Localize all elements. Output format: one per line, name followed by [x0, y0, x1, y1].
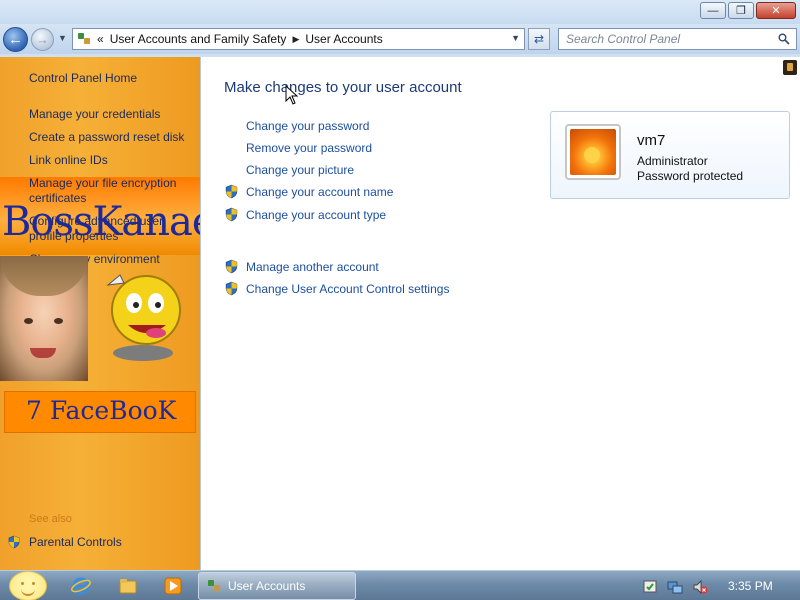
uac-shield-icon	[8, 535, 20, 549]
window-controls: — ❐ ✕	[700, 2, 796, 19]
control-panel-icon	[207, 579, 221, 593]
overlay-facebook-text: 7 FaceBooK	[26, 396, 177, 425]
uac-shield-icon	[225, 281, 238, 296]
sidebar: Control Panel Home Manage your credentia…	[0, 57, 200, 570]
close-button[interactable]: ✕	[756, 2, 796, 19]
task-change-picture[interactable]: Change your picture	[246, 163, 354, 177]
account-name: vm7	[637, 132, 666, 149]
back-arrow-icon: ←	[8, 31, 23, 48]
search-icon[interactable]	[778, 33, 790, 45]
breadcrumb-chevron-icon[interactable]: ▶	[292, 34, 299, 45]
search-input[interactable]: Search Control Panel	[558, 28, 797, 50]
sidebar-item-link-online-ids[interactable]: Link online IDs	[29, 153, 194, 168]
forward-button[interactable]: →	[31, 28, 54, 51]
action-center-icon[interactable]	[642, 579, 658, 595]
minimize-icon: —	[707, 4, 719, 17]
task-change-uac-settings[interactable]: Change User Account Control settings	[246, 282, 449, 296]
uac-shield-icon	[225, 184, 238, 199]
task-change-account-name[interactable]: Change your account name	[246, 185, 393, 199]
sidebar-item-password-reset-disk[interactable]: Create a password reset disk	[29, 130, 194, 145]
help-icon[interactable]	[783, 60, 797, 75]
taskbar-item-user-accounts[interactable]: User Accounts	[198, 572, 356, 600]
taskbar-item-label: User Accounts	[228, 579, 306, 593]
control-panel-icon	[77, 32, 91, 46]
network-icon[interactable]	[667, 579, 683, 595]
task-remove-password[interactable]: Remove your password	[246, 141, 372, 155]
internet-explorer-icon[interactable]	[70, 575, 92, 597]
sidebar-parental-controls[interactable]: Parental Controls	[29, 535, 122, 549]
account-summary-card: vm7 Administrator Password protected	[550, 111, 790, 199]
notification-area	[638, 571, 800, 600]
account-password-status: Password protected	[637, 169, 744, 183]
sidebar-control-panel-home[interactable]: Control Panel Home	[29, 71, 194, 86]
breadcrumb-user-accounts-family-safety[interactable]: User Accounts and Family Safety	[110, 32, 287, 46]
uac-shield-icon	[225, 259, 238, 274]
search-placeholder: Search Control Panel	[566, 32, 681, 46]
overlay-child-photo	[0, 256, 88, 381]
breadcrumb-overflow[interactable]: «	[97, 32, 104, 46]
volume-muted-icon[interactable]	[692, 579, 708, 595]
navigation-bar: ← → ▼ « User Accounts and Family Safety …	[0, 24, 800, 54]
media-player-icon[interactable]	[162, 575, 184, 597]
overlay-smiley-image	[106, 274, 181, 361]
see-also-heading: See also	[29, 513, 72, 525]
task-manage-another-account[interactable]: Manage another account	[246, 260, 379, 274]
address-bar[interactable]: « User Accounts and Family Safety ▶ User…	[72, 28, 525, 50]
task-change-account-type[interactable]: Change your account type	[246, 208, 386, 222]
sidebar-item-manage-credentials[interactable]: Manage your credentials	[29, 107, 194, 122]
start-button[interactable]	[9, 571, 47, 600]
uac-shield-icon	[225, 207, 238, 222]
mouse-cursor-icon	[285, 85, 299, 105]
refresh-icon: ⇄	[533, 32, 545, 46]
breadcrumb-user-accounts[interactable]: User Accounts	[305, 32, 382, 46]
close-icon: ✕	[771, 5, 781, 17]
address-dropdown-icon[interactable]: ▼	[511, 33, 520, 43]
account-role: Administrator	[637, 154, 708, 168]
maximize-button[interactable]: ❐	[728, 2, 754, 19]
back-button[interactable]: ←	[3, 27, 28, 52]
overlay-banner-text: BossKanae	[2, 199, 200, 245]
task-change-password[interactable]: Change your password	[246, 119, 369, 133]
main-content: Make changes to your user account Change…	[200, 57, 800, 570]
forward-arrow-icon: →	[36, 32, 49, 47]
maximize-icon: ❐	[736, 5, 746, 17]
title-bar: — ❐ ✕	[0, 0, 800, 24]
account-picture	[565, 124, 621, 180]
refresh-button[interactable]: ⇄	[528, 28, 550, 50]
minimize-button[interactable]: —	[700, 2, 726, 19]
taskbar: User Accounts 3:35 PM	[0, 570, 800, 600]
page-title: Make changes to your user account	[224, 79, 462, 96]
windows-explorer-icon[interactable]	[117, 575, 139, 597]
recent-pages-dropdown[interactable]: ▼	[58, 33, 68, 43]
system-clock[interactable]: 3:35 PM	[728, 579, 773, 593]
